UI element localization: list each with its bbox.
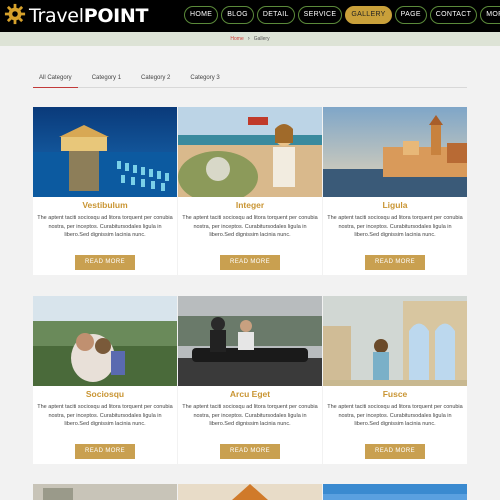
nav-blog[interactable]: BLOG bbox=[221, 6, 254, 24]
gallery-card: Arcu Eget The aptent taciti sociosqu ad … bbox=[178, 296, 322, 464]
nav-home[interactable]: HOME bbox=[184, 6, 219, 24]
gallery-card: Vestibulum The aptent taciti sociosqu ad… bbox=[33, 107, 177, 275]
read-more-button[interactable]: READ MORE bbox=[75, 444, 135, 459]
card-image-girl-car[interactable] bbox=[178, 107, 322, 197]
gallery-card: Integer The aptent taciti sociosqu ad li… bbox=[178, 107, 322, 275]
card-title: Arcu Eget bbox=[229, 389, 271, 399]
card-image-arches[interactable] bbox=[323, 296, 467, 386]
site-logo[interactable]: TravelPOINT bbox=[4, 3, 149, 29]
nav-page[interactable]: PAGE bbox=[394, 6, 427, 24]
read-more-button[interactable]: READ MORE bbox=[220, 255, 280, 270]
card-image-partial[interactable] bbox=[323, 484, 467, 500]
read-more-button[interactable]: READ MORE bbox=[365, 444, 425, 459]
breadcrumb-home[interactable]: Home bbox=[230, 36, 243, 42]
logo-text-light: Travel bbox=[29, 5, 84, 27]
nav-gallery[interactable]: GALLERY bbox=[345, 6, 392, 24]
chevron-right-icon: › bbox=[247, 36, 250, 42]
gallery-card: Fusce The aptent taciti sociosqu ad lito… bbox=[323, 296, 467, 464]
card-description: The aptent taciti sociosqu ad litora tor… bbox=[327, 215, 463, 238]
card-description: The aptent taciti sociosqu ad litora tor… bbox=[182, 215, 318, 238]
card-description: The aptent taciti sociosqu ad litora tor… bbox=[327, 404, 463, 427]
card-title: Vestibulum bbox=[82, 200, 128, 210]
category-tabs: All Category Category 1 Category 2 Categ… bbox=[33, 71, 467, 88]
card-description: The aptent taciti sociosqu ad litora tor… bbox=[182, 404, 318, 427]
read-more-button[interactable]: READ MORE bbox=[220, 444, 280, 459]
card-image-couple-car-roof[interactable] bbox=[178, 296, 322, 386]
card-title: Sociosqu bbox=[85, 389, 125, 399]
card-title: Ligula bbox=[382, 200, 408, 210]
card-title: Integer bbox=[235, 200, 265, 210]
gallery-card: Ligula The aptent taciti sociosqu ad lit… bbox=[323, 107, 467, 275]
gallery-card: Sociosqu The aptent taciti sociosqu ad l… bbox=[33, 296, 177, 464]
nav-service[interactable]: SERVICE bbox=[297, 6, 343, 24]
gear-icon bbox=[4, 3, 26, 29]
card-image-couple-hill[interactable] bbox=[33, 296, 177, 386]
read-more-button[interactable]: READ MORE bbox=[365, 255, 425, 270]
card-image-partial[interactable] bbox=[178, 484, 322, 500]
logo-text-bold: POINT bbox=[83, 5, 149, 27]
card-image-partial[interactable] bbox=[33, 484, 177, 500]
site-header: TravelPOINT HOME BLOG DETAIL SERVICE GAL… bbox=[0, 0, 500, 32]
read-more-button[interactable]: READ MORE bbox=[75, 255, 135, 270]
card-image-coastal-town[interactable] bbox=[323, 107, 467, 197]
card-description: The aptent taciti sociosqu ad litora tor… bbox=[37, 404, 173, 427]
breadcrumb: Home › Gallery bbox=[0, 32, 500, 46]
tab-category-2[interactable]: Category 2 bbox=[135, 71, 176, 88]
logo-text: TravelPOINT bbox=[29, 5, 149, 27]
card-image-pier[interactable] bbox=[33, 107, 177, 197]
tab-all-category[interactable]: All Category bbox=[33, 71, 78, 88]
breadcrumb-current: Gallery bbox=[253, 36, 270, 42]
nav-detail[interactable]: DETAIL bbox=[256, 6, 295, 24]
main-nav: HOME BLOG DETAIL SERVICE GALLERY PAGE CO… bbox=[184, 6, 500, 24]
nav-contact[interactable]: CONTACT bbox=[429, 6, 478, 24]
nav-more[interactable]: MORE▸ bbox=[480, 6, 500, 24]
tab-category-3[interactable]: Category 3 bbox=[184, 71, 225, 88]
card-description: The aptent taciti sociosqu ad litora tor… bbox=[37, 215, 173, 238]
tab-category-1[interactable]: Category 1 bbox=[86, 71, 127, 88]
card-title: Fusce bbox=[382, 389, 408, 399]
